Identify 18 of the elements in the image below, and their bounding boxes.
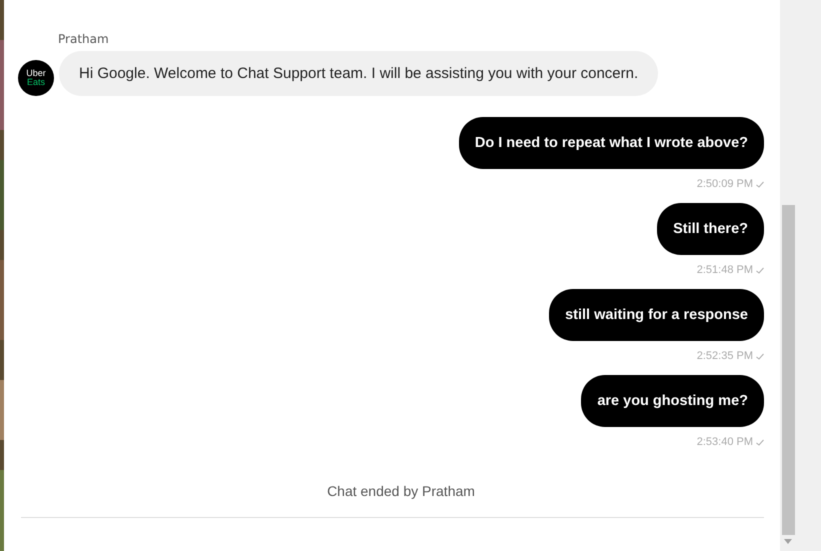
scroll-down-icon[interactable] <box>784 539 792 544</box>
check-icon <box>756 180 764 188</box>
avatar: Uber Eats <box>18 60 54 96</box>
timestamp: 2:53:40 PM <box>696 436 753 448</box>
check-icon <box>756 352 764 360</box>
message-bubble: are you ghosting me? <box>581 375 764 427</box>
check-icon <box>756 438 764 446</box>
timestamp: 2:51:48 PM <box>696 264 753 276</box>
chat-ended-notice: Chat ended by Pratham <box>327 483 475 499</box>
message-bubble: still waiting for a response <box>549 289 764 341</box>
timestamp: 2:50:09 PM <box>696 178 753 190</box>
scrollbar-thumb[interactable] <box>782 205 795 535</box>
message-bubble: Hi Google. Welcome to Chat Support team. I will be assisting you with your concern. <box>59 51 658 96</box>
message-bubble: Still there? <box>657 203 764 255</box>
sender-name: Pratham <box>58 32 109 46</box>
check-icon <box>756 266 764 274</box>
timestamp: 2:52:35 PM <box>696 350 753 362</box>
message-bubble: Do I need to repeat what I wrote above? <box>458 117 764 169</box>
